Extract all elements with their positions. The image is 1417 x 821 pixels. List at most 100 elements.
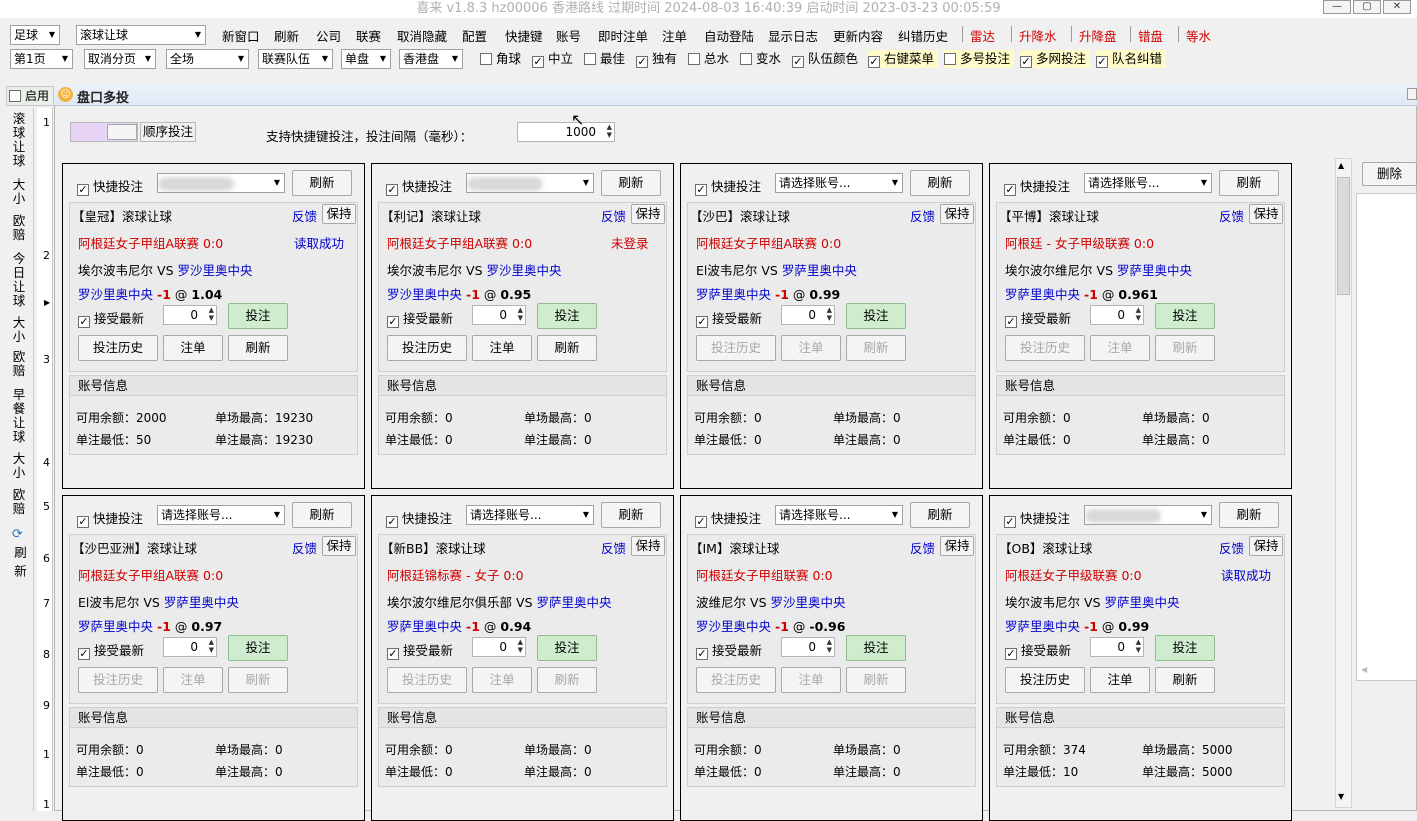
quick-bet-checkbox[interactable]: ✓ 快捷投注 [386,508,452,528]
account-list-panel[interactable]: ◀ [1356,193,1417,681]
option-checkbox[interactable]: 角球 [480,50,525,68]
history-refresh-button[interactable]: 刷新 [228,667,288,693]
keep-button[interactable]: 保持 [940,204,974,224]
sport-select[interactable]: 足球 ▼ [10,25,60,45]
history-refresh-button[interactable]: 刷新 [537,667,597,693]
card-refresh-button[interactable]: 刷新 [601,170,661,196]
bet-button[interactable]: 投注 [846,635,906,661]
bet-button[interactable]: 投注 [846,303,906,329]
enable-checkbox[interactable]: 启用 [6,86,54,106]
accept-latest-checkbox[interactable]: ✓ 接受最新 [696,308,762,328]
scroll-thumb[interactable] [1337,177,1350,295]
feedback-link[interactable]: 反馈 [910,206,935,225]
bet-slip-button[interactable]: 注单 [1090,667,1150,693]
scroll-down-icon[interactable]: ▼ [1338,792,1344,801]
accept-latest-checkbox[interactable]: ✓ 接受最新 [696,640,762,660]
account-select[interactable]: 请选择账号... ▼ [775,173,903,193]
history-refresh-button[interactable]: 刷新 [1155,667,1215,693]
bet-button[interactable]: 投注 [537,303,597,329]
bet-history-button[interactable]: 投注历史 [696,667,776,693]
odds-type-select[interactable]: 香港盘 ▼ [399,49,463,69]
bet-slip-button[interactable]: 注单 [781,667,841,693]
quick-bet-checkbox[interactable]: ✓ 快捷投注 [77,176,143,196]
card-refresh-button[interactable]: 刷新 [910,502,970,528]
stake-input[interactable]: 0 ▲ ▼ [163,305,217,325]
bet-button[interactable]: 投注 [1155,303,1215,329]
accept-latest-checkbox[interactable]: ✓ 接受最新 [387,640,453,660]
bet-slip-button[interactable]: 注单 [781,335,841,361]
alert-menu-item[interactable]: 等水 [1186,26,1211,45]
delete-button[interactable]: 删除 [1362,162,1417,186]
dialog-close-button[interactable] [1407,88,1417,100]
accept-latest-checkbox[interactable]: ✓ 接受最新 [1005,308,1071,328]
quick-bet-checkbox[interactable]: ✓ 快捷投注 [1004,176,1070,196]
bet-history-button[interactable]: 投注历史 [387,335,467,361]
quick-bet-checkbox[interactable]: ✓ 快捷投注 [77,508,143,528]
option-checkbox[interactable]: 最佳 [584,50,629,68]
sidebar-tab[interactable]: 大小 [8,316,30,344]
keep-button[interactable]: 保持 [1249,204,1283,224]
alert-menu-item[interactable]: 雷达 [970,26,995,45]
team-filter-select[interactable]: 联赛队伍 ▼ [258,49,333,69]
account-select[interactable]: 请选择账号... ▼ [1084,173,1212,193]
bet-slip-button[interactable]: 注单 [163,667,223,693]
bet-history-button[interactable]: 投注历史 [387,667,467,693]
account-select[interactable]: ▼ [1084,505,1212,525]
alert-menu-item[interactable]: 升降水 [1019,26,1057,45]
quick-bet-checkbox[interactable]: ✓ 快捷投注 [1004,508,1070,528]
alert-menu-item[interactable]: 升降盘 [1079,26,1117,45]
feedback-link[interactable]: 反馈 [292,206,317,225]
account-select[interactable]: ▼ [157,173,285,193]
option-checkbox[interactable]: ✓ 右键菜单 [868,50,939,68]
card-refresh-button[interactable]: 刷新 [1219,502,1279,528]
bet-history-button[interactable]: 投注历史 [1005,667,1085,693]
stake-input[interactable]: 0 ▲ ▼ [163,637,217,657]
option-checkbox[interactable]: 总水 [688,50,733,68]
menu-item[interactable]: 自动登陆 [704,26,754,45]
sidebar-tab[interactable]: 欧赔 [8,214,30,242]
menu-item[interactable]: 更新内容 [833,26,883,45]
card-refresh-button[interactable]: 刷新 [292,502,352,528]
quick-bet-checkbox[interactable]: ✓ 快捷投注 [386,176,452,196]
sidebar-tab[interactable]: 早餐让球 [8,388,30,444]
accept-latest-checkbox[interactable]: ✓ 接受最新 [78,308,144,328]
feedback-link[interactable]: 反馈 [910,538,935,557]
accept-latest-checkbox[interactable]: ✓ 接受最新 [78,640,144,660]
paging-select[interactable]: 取消分页 ▼ [84,49,156,69]
feedback-link[interactable]: 反馈 [601,538,626,557]
history-refresh-button[interactable]: 刷新 [846,335,906,361]
account-select[interactable]: 请选择账号... ▼ [775,505,903,525]
option-checkbox[interactable]: 多号投注 [944,50,1015,68]
card-refresh-button[interactable]: 刷新 [292,170,352,196]
feedback-link[interactable]: 反馈 [1219,538,1244,557]
keep-button[interactable]: 保持 [631,536,665,556]
feedback-link[interactable]: 反馈 [1219,206,1244,225]
stake-input[interactable]: 0 ▲ ▼ [472,305,526,325]
history-refresh-button[interactable]: 刷新 [846,667,906,693]
market-select[interactable]: 滚球让球 ▼ [76,25,206,45]
sequential-toggle[interactable] [70,122,138,142]
bet-slip-button[interactable]: 注单 [472,335,532,361]
stake-input[interactable]: 0 ▲ ▼ [781,637,835,657]
sidebar-tab[interactable]: 大小 [8,452,30,480]
scroll-up-icon[interactable]: ▲ [1338,161,1344,170]
menu-item[interactable]: 联赛 [356,26,381,45]
stake-input[interactable]: 0 ▲ ▼ [1090,637,1144,657]
bet-history-button[interactable]: 投注历史 [78,667,158,693]
sidebar-tab[interactable]: 欧赔 [8,350,30,378]
scroll-left-icon[interactable]: ◀ [1361,665,1367,674]
account-select[interactable]: ▼ [466,173,594,193]
menu-item[interactable]: 即时注单 [598,26,648,45]
stake-input[interactable]: 0 ▲ ▼ [781,305,835,325]
period-select[interactable]: 全场 ▼ [166,49,249,69]
option-checkbox[interactable]: ✓ 多网投注 [1020,50,1091,68]
alert-menu-item[interactable]: 错盘 [1138,26,1163,45]
menu-item[interactable]: 新窗口 [222,26,260,45]
menu-item[interactable]: 纠错历史 [898,26,948,45]
stake-input[interactable]: 0 ▲ ▼ [472,637,526,657]
bet-history-button[interactable]: 投注历史 [1005,335,1085,361]
bet-history-button[interactable]: 投注历史 [696,335,776,361]
option-checkbox[interactable]: ✓ 独有 [636,50,681,68]
option-checkbox[interactable]: ✓ 队伍颜色 [792,50,862,68]
menu-item[interactable]: 显示日志 [768,26,818,45]
